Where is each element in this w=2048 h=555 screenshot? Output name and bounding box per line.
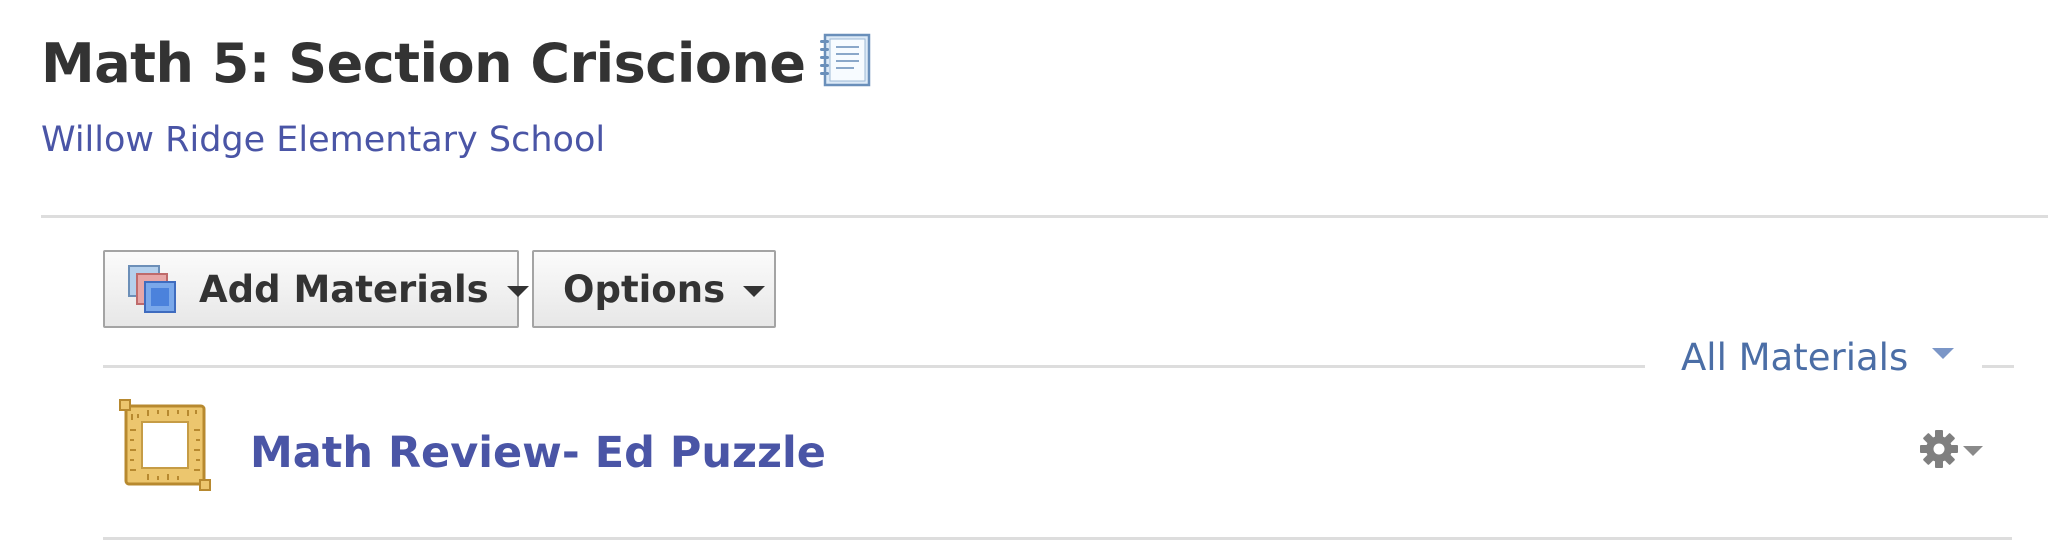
list-divider: [103, 537, 2012, 540]
materials-filter-label: All Materials: [1681, 336, 1909, 379]
school-link[interactable]: Willow Ridge Elementary School: [41, 120, 605, 160]
material-title-link[interactable]: Math Review- Ed Puzzle: [250, 428, 826, 478]
header-divider: [41, 215, 2048, 218]
add-materials-icon: [127, 264, 177, 314]
page-title-text: Math 5: Section Criscione: [41, 32, 806, 95]
puzzle-frame-icon: [118, 396, 214, 492]
add-materials-button[interactable]: Add Materials: [103, 250, 529, 328]
chevron-down-icon: [506, 285, 529, 297]
chevron-down-icon: [1963, 446, 1983, 456]
notebook-icon: [816, 30, 874, 88]
options-button[interactable]: Options: [532, 250, 776, 328]
chevron-down-icon: [743, 285, 766, 297]
materials-divider-end: [1982, 365, 2014, 368]
gear-icon: [1918, 428, 1960, 474]
add-materials-label: Add Materials: [199, 267, 489, 311]
options-label: Options: [563, 267, 726, 311]
materials-divider: [103, 365, 1645, 368]
page-title: Math 5: Section Criscione: [41, 32, 874, 95]
material-actions-button[interactable]: [1918, 428, 1983, 474]
materials-filter-dropdown[interactable]: All Materials: [1681, 336, 1955, 379]
chevron-down-icon: [1932, 348, 1955, 359]
